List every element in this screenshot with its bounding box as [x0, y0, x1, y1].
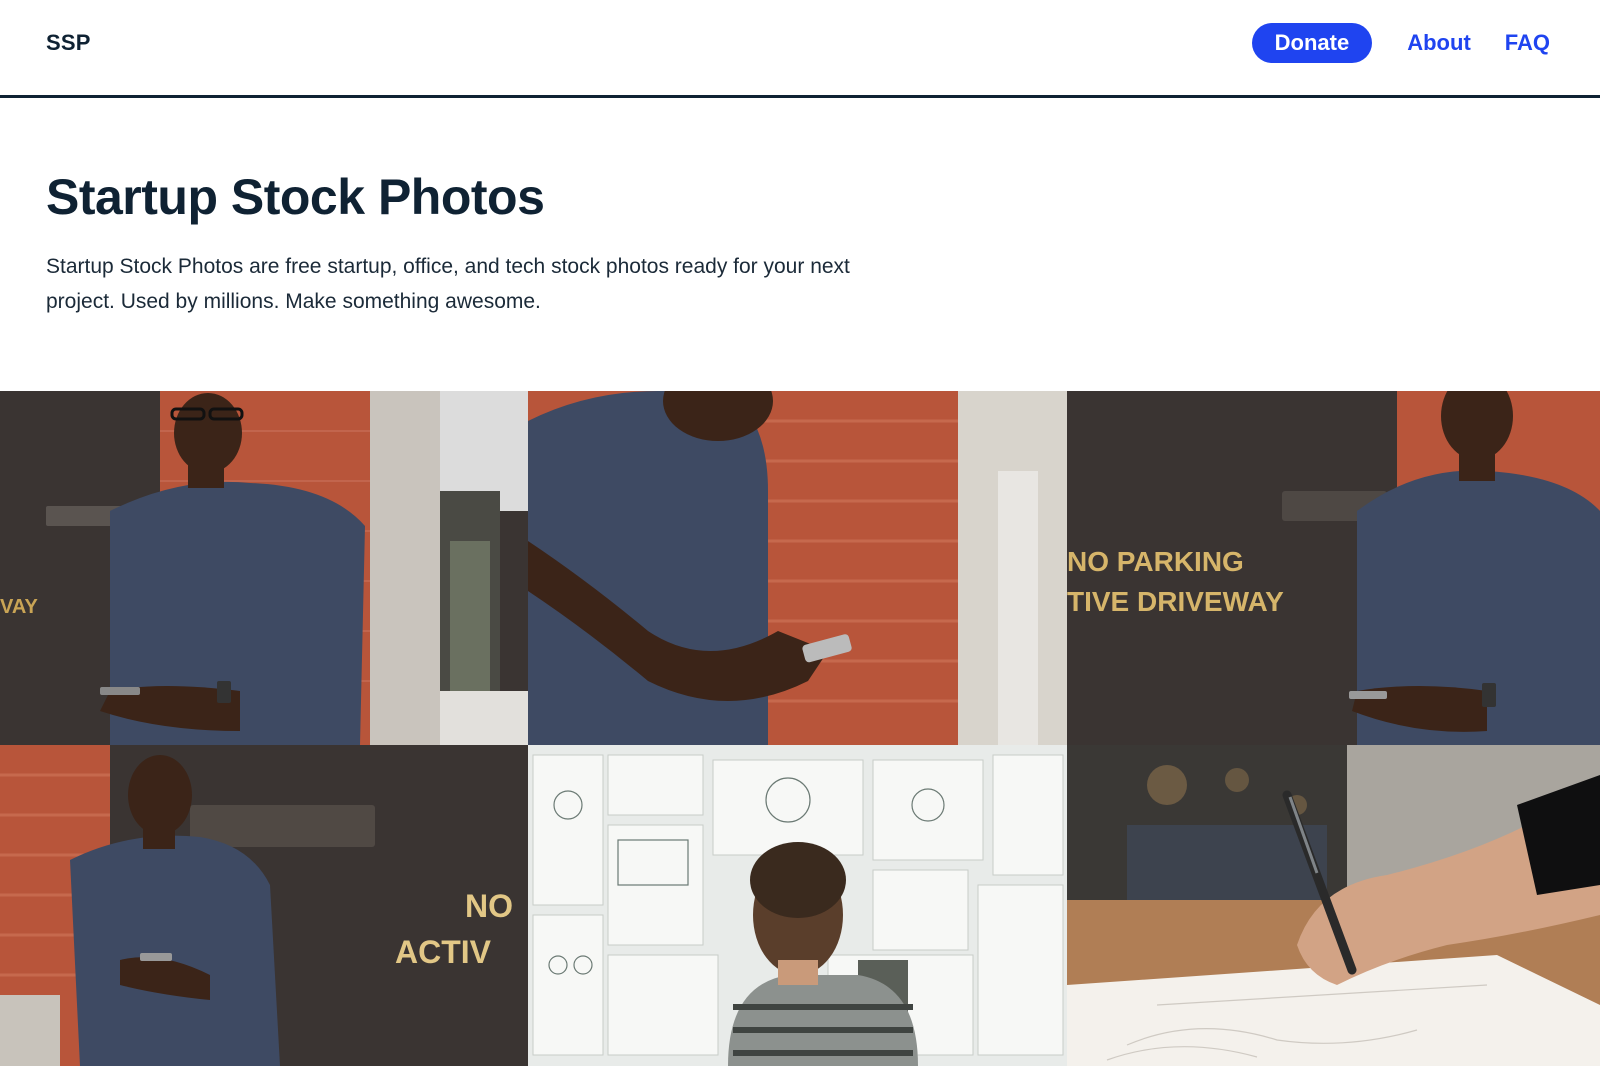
site-logo[interactable]: SSP — [46, 30, 91, 56]
svg-text:TIVE DRIVEWAY: TIVE DRIVEWAY — [1067, 586, 1284, 617]
photo-hand-writing-on-paper — [1067, 745, 1600, 1066]
photo-man-leaning-on-door: NO ACTIV — [0, 745, 528, 1066]
svg-text:VAY: VAY — [0, 596, 38, 618]
page-title: Startup Stock Photos — [46, 169, 545, 225]
main-nav: Donate About FAQ — [1251, 23, 1550, 63]
photo-tile-writing[interactable] — [1067, 745, 1600, 1066]
svg-text:NO: NO — [465, 888, 513, 924]
photo-man-facing-wall-of-sketches — [528, 745, 1067, 1066]
svg-text:NO PARKING: NO PARKING — [1067, 546, 1244, 577]
photo-tile-man-texting[interactable] — [528, 391, 1067, 745]
nav-link-faq[interactable]: FAQ — [1505, 30, 1550, 56]
photo-grid: VAY NO PARKING TIVE DRIVEWAY NO ACTIV — [0, 391, 1600, 1066]
photo-man-by-no-parking-sign: NO PARKING TIVE DRIVEWAY — [1067, 391, 1600, 745]
donate-button[interactable]: Donate — [1251, 23, 1373, 63]
photo-tile-no-parking[interactable]: NO PARKING TIVE DRIVEWAY — [1067, 391, 1600, 745]
site-header: SSP Donate About FAQ — [0, 0, 1600, 98]
photo-tile-man-leaning[interactable]: NO ACTIV — [0, 745, 528, 1066]
photo-tile-sketch-wall[interactable] — [528, 745, 1067, 1066]
page-description: Startup Stock Photos are free startup, o… — [46, 255, 850, 313]
photo-man-texting-closeup — [528, 391, 1067, 745]
svg-text:ACTIV: ACTIV — [395, 934, 492, 970]
nav-link-about[interactable]: About — [1407, 30, 1471, 56]
photo-tile-man-with-phone[interactable]: VAY — [0, 391, 528, 745]
photo-man-with-phone-by-brick-wall: VAY — [0, 391, 528, 745]
hero-section: Startup Stock Photos Startup Stock Photo… — [46, 165, 906, 319]
